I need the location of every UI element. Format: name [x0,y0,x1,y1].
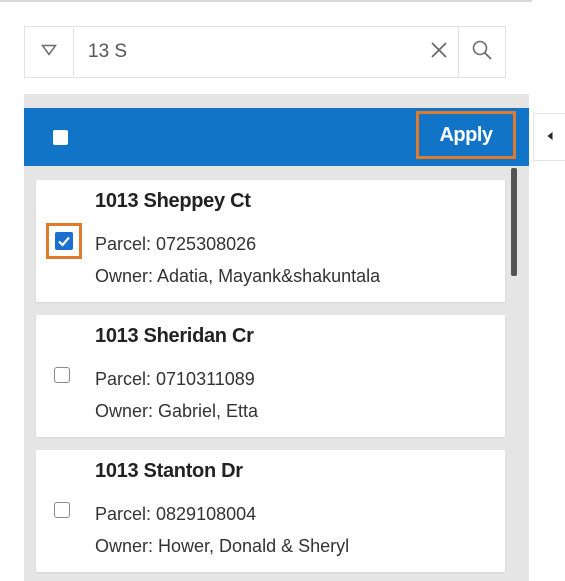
result-owner: Owner: Hower, Donald & Sheryl [95,536,350,556]
results-list: 1013 Sheppey Ct Parcel: 0725308026 Owner… [36,180,505,581]
result-parcel: Parcel: 0710311089 [95,369,255,389]
list-item[interactable]: 1013 Sheridan Cr Parcel: 0710311089 Owne… [36,315,505,437]
result-owner: Owner: Adatia, Mayank&shakuntala [95,266,381,286]
filter-button[interactable] [25,27,74,77]
clear-search-button[interactable] [420,27,458,77]
filter-triangle-icon [41,43,57,61]
result-parcel: Parcel: 0829108004 [95,504,257,524]
close-icon [430,41,448,64]
search-button[interactable] [458,27,505,77]
checkbox-highlight [46,223,82,259]
search-input[interactable] [74,27,420,77]
top-divider [0,0,532,2]
select-all-checkbox[interactable] [53,130,68,145]
result-address: 1013 Stanton Dr [95,460,243,482]
result-checkbox[interactable] [55,232,73,250]
results-panel: Apply 1013 Sheppey Ct Parcel: 0725308026… [24,94,529,581]
caret-left-icon [546,128,554,146]
apply-button[interactable]: Apply [416,111,516,159]
search-bar [24,26,506,78]
scrollbar-thumb[interactable] [511,168,517,276]
checkmark-icon [58,236,70,247]
result-parcel: Parcel: 0725308026 [95,234,257,254]
result-checkbox[interactable] [54,367,70,383]
result-owner: Owner: Gabriel, Etta [95,401,259,421]
result-address: 1013 Sheridan Cr [95,325,254,347]
search-icon [471,39,493,66]
result-address: 1013 Sheppey Ct [95,190,251,212]
results-header: Apply [24,108,529,166]
collapse-panel-button[interactable] [533,113,565,161]
list-item[interactable]: 1013 Sheppey Ct Parcel: 0725308026 Owner… [36,180,505,302]
result-checkbox[interactable] [54,502,70,518]
list-item[interactable]: 1013 Stanton Dr Parcel: 0829108004 Owner… [36,450,505,572]
